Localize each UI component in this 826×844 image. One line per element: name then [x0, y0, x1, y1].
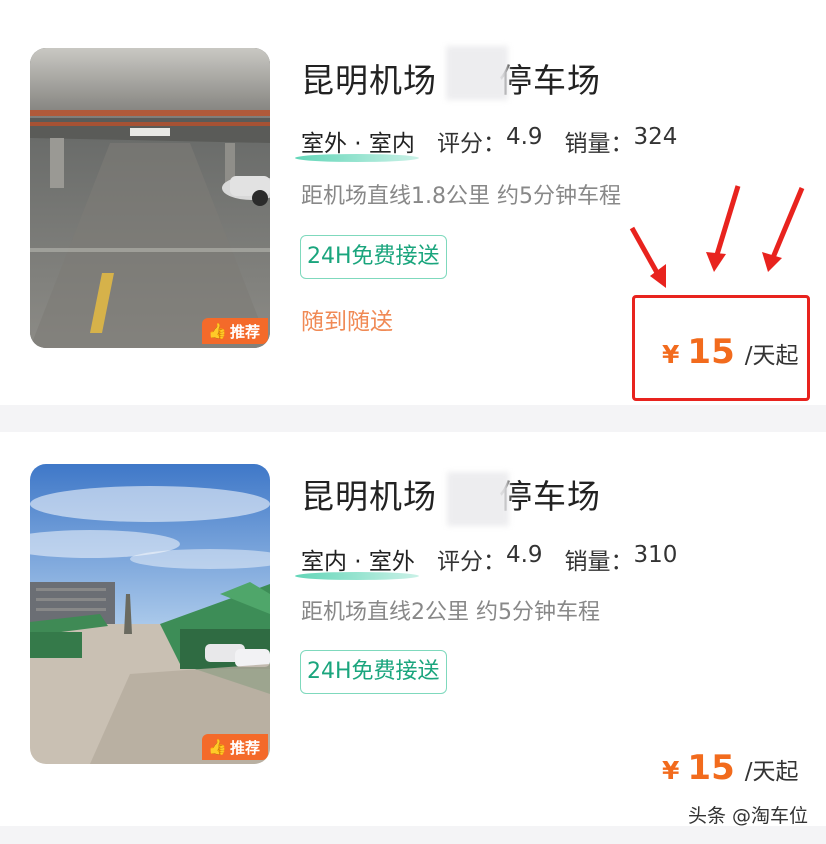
price: ¥ 15 /天起	[662, 748, 798, 788]
listing-title-prefix: 昆明机场	[301, 61, 437, 100]
listing-photo-outdoor-lot[interactable]: 👍 推荐	[30, 464, 270, 764]
price-amount: 15	[687, 748, 735, 788]
price-highlight-box	[632, 295, 810, 401]
recommend-badge-label: 推荐	[229, 322, 260, 341]
parking-type: 室内 · 室外	[295, 542, 419, 580]
listing-title-prefix: 昆明机场	[301, 477, 437, 516]
listing-card-1[interactable]: 👍 推荐 昆明机场 停车场 室外 · 室内 评分： 4.9 销量： 324 距机场…	[0, 0, 826, 405]
sales-value: 310	[633, 542, 678, 568]
currency-symbol: ¥	[662, 756, 680, 785]
shuttle-tag: 24H免费接送	[300, 235, 447, 279]
distance-info: 距机场直线2公里 约5分钟车程	[301, 600, 600, 625]
price-unit: /天起	[744, 759, 799, 785]
listing-meta: 室内 · 室外 评分： 4.9 销量： 310	[295, 542, 678, 580]
redaction-blur	[447, 472, 509, 526]
listing-meta: 室外 · 室内 评分： 4.9 销量： 324	[295, 124, 678, 162]
listing-card-2[interactable]: 👍 推荐 昆明机场 停车场 室内 · 室外 评分： 4.9 销量： 310 距机场…	[0, 432, 826, 826]
sales-label: 销量：	[564, 131, 634, 157]
distance-info: 距机场直线1.8公里 约5分钟车程	[301, 184, 621, 209]
recommend-badge-label: 推荐	[229, 738, 260, 757]
red-arrow-icon	[629, 185, 805, 288]
listing-title-suffix: 停车场	[499, 61, 601, 100]
parking-type: 室外 · 室内	[295, 124, 419, 162]
outdoor-lot-photo	[30, 464, 270, 764]
rating-label: 评分：	[436, 131, 506, 157]
service-note: 随到随送	[301, 309, 393, 335]
sales-label: 销量：	[564, 549, 634, 575]
rating-value: 4.9	[505, 124, 543, 150]
garage-photo	[30, 48, 270, 348]
recommend-badge: 👍 推荐	[202, 318, 268, 344]
shuttle-tag: 24H免费接送	[300, 650, 447, 694]
redaction-blur	[446, 46, 508, 100]
recommend-badge: 👍 推荐	[202, 734, 268, 760]
thumbs-up-icon: 👍	[208, 322, 227, 340]
thumbs-up-icon: 👍	[208, 738, 227, 756]
watermark-text: 头条 @淘车位	[687, 805, 808, 827]
listing-photo-indoor-garage[interactable]: 👍 推荐	[30, 48, 270, 348]
rating-label: 评分：	[436, 549, 506, 575]
listing-title-suffix: 停车场	[499, 477, 601, 516]
sales-value: 324	[633, 124, 678, 150]
rating-value: 4.9	[505, 542, 543, 568]
